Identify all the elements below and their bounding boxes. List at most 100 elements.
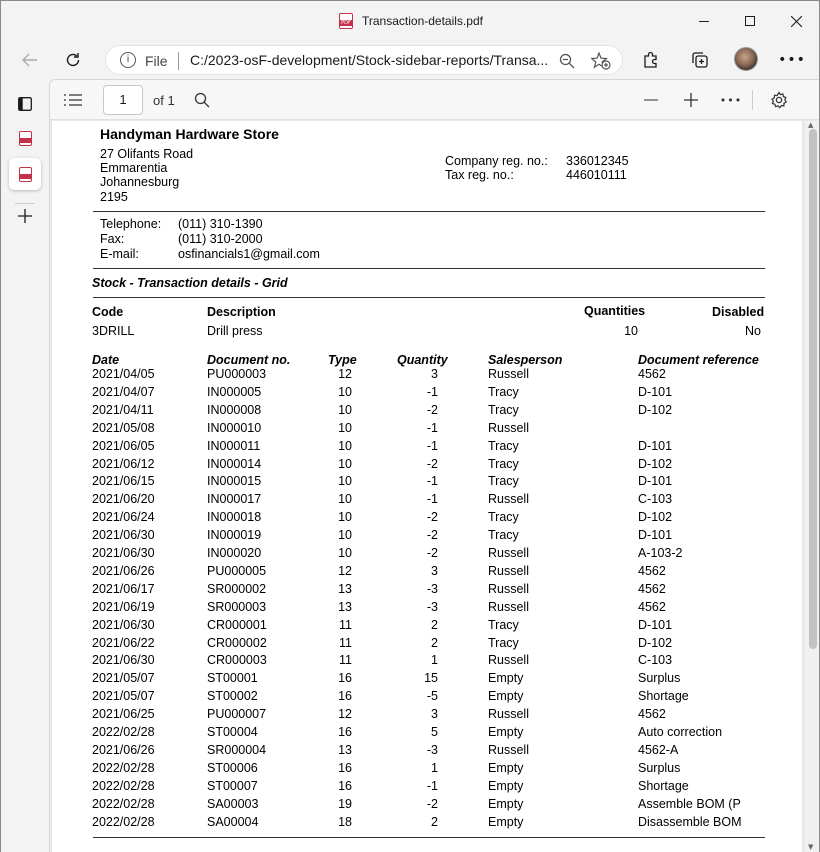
table-cell-date: 2021/06/15 bbox=[92, 474, 155, 489]
tab-pdf-1[interactable] bbox=[9, 122, 41, 154]
table-cell-date: 2021/04/07 bbox=[92, 384, 155, 399]
address-bar[interactable]: i File C:/2023-osF-development/Stock-sid… bbox=[105, 45, 623, 75]
pdf-icon bbox=[18, 166, 32, 182]
refresh-button[interactable] bbox=[58, 45, 88, 75]
address-line: Johannesburg bbox=[100, 175, 180, 189]
table-cell-quantity: -1 bbox=[426, 420, 438, 435]
table-cell-quantity: -5 bbox=[426, 689, 438, 704]
table-cell-quantity: -3 bbox=[426, 599, 438, 614]
tab-actions-button[interactable] bbox=[9, 88, 41, 120]
window-title: Transaction-details.pdf bbox=[339, 12, 483, 30]
address-line: Emmarentia bbox=[100, 161, 168, 175]
maximize-icon bbox=[745, 16, 755, 26]
scroll-down-icon[interactable]: ▼ bbox=[808, 843, 813, 851]
zoom-icon[interactable] bbox=[557, 51, 577, 71]
table-cell-date: 2022/02/28 bbox=[92, 760, 155, 775]
page-number-input[interactable]: 1 bbox=[103, 85, 143, 115]
more-tools-button[interactable]: ••• bbox=[717, 86, 745, 114]
table-cell-document-reference: 4562 bbox=[638, 581, 666, 596]
settings-button[interactable] bbox=[765, 86, 793, 114]
table-cell-salesperson: Russell bbox=[488, 742, 529, 757]
url-text[interactable]: C:/2023-osF-development/Stock-sidebar-re… bbox=[190, 52, 548, 68]
description-header: Description bbox=[207, 305, 276, 319]
table-cell-document-no: SR000002 bbox=[207, 581, 267, 596]
zoom-in-button[interactable] bbox=[677, 86, 705, 114]
search-button[interactable] bbox=[188, 86, 216, 114]
telephone-value: (011) 310-1390 bbox=[178, 217, 263, 231]
table-cell-document-reference: Shortage bbox=[638, 778, 689, 793]
table-cell-document-reference: D-102 bbox=[638, 402, 673, 417]
close-button[interactable] bbox=[773, 7, 819, 35]
tax-reg-value: 446010111 bbox=[566, 168, 627, 182]
divider bbox=[93, 837, 765, 838]
table-cell-document-no: IN000008 bbox=[207, 402, 262, 417]
extensions-button[interactable] bbox=[636, 45, 666, 75]
page-total: of 1 bbox=[153, 93, 175, 108]
info-icon[interactable]: i bbox=[120, 52, 136, 68]
new-tab-button[interactable] bbox=[9, 200, 41, 232]
tab-pdf-active[interactable] bbox=[9, 158, 41, 190]
table-cell-document-no: PU000007 bbox=[207, 707, 267, 722]
table-cell-type: 10 bbox=[338, 528, 352, 543]
table-cell-type: 10 bbox=[338, 546, 352, 560]
tax-reg-label: Tax reg. no.: bbox=[445, 168, 514, 182]
pdf-toolbar: 1 of 1 ••• bbox=[50, 80, 819, 120]
table-cell-document-no: IN000015 bbox=[207, 474, 262, 489]
table-cell-type: 12 bbox=[338, 367, 352, 381]
title-bar: Transaction-details.pdf bbox=[1, 1, 819, 41]
report-title: Stock - Transaction details - Grid bbox=[92, 276, 288, 290]
contents-button[interactable] bbox=[59, 86, 87, 114]
scrollbar-thumb[interactable] bbox=[809, 129, 817, 649]
back-icon bbox=[22, 53, 37, 67]
zoom-out-icon bbox=[644, 99, 658, 101]
divider bbox=[93, 297, 765, 298]
email-label: E-mail: bbox=[100, 247, 139, 261]
table-cell-document-reference: D-101 bbox=[638, 474, 673, 489]
table-cell-type: 11 bbox=[339, 635, 352, 650]
divider bbox=[93, 268, 765, 269]
table-cell-quantity: -1 bbox=[426, 474, 438, 489]
table-cell-quantity: -2 bbox=[426, 402, 438, 417]
table-cell-salesperson: Empty bbox=[488, 814, 524, 829]
table-cell-type: 16 bbox=[338, 689, 352, 704]
table-cell-document-no: ST00002 bbox=[207, 689, 258, 704]
avatar[interactable] bbox=[734, 47, 758, 71]
table-cell-quantity: 1 bbox=[431, 760, 438, 775]
item-disabled: No bbox=[745, 324, 761, 338]
table-cell-document-no: IN000010 bbox=[207, 420, 262, 435]
zoom-out-button[interactable] bbox=[637, 86, 665, 114]
table-cell-date: 2021/05/07 bbox=[92, 689, 155, 704]
table-cell-document-reference: C-103 bbox=[638, 653, 673, 668]
table-cell-date: 2021/05/08 bbox=[92, 420, 155, 435]
column-header-document-no: Document no. bbox=[207, 353, 291, 367]
minimize-icon bbox=[699, 20, 709, 22]
table-cell-type: 13 bbox=[338, 581, 352, 596]
more-button[interactable]: ••• bbox=[777, 45, 807, 75]
table-cell-document-reference: 4562-A bbox=[638, 742, 679, 757]
code-header: Code bbox=[92, 305, 124, 319]
table-cell-quantity: 3 bbox=[431, 563, 438, 578]
table-cell-type: 16 bbox=[338, 725, 352, 739]
company-name: Handyman Hardware Store bbox=[100, 126, 279, 142]
company-reg-label: Company reg. no.: bbox=[445, 154, 548, 168]
maximize-button[interactable] bbox=[727, 7, 773, 35]
collections-button[interactable] bbox=[685, 45, 715, 75]
scroll-up-icon[interactable]: ▲ bbox=[808, 121, 813, 129]
table-cell-type: 16 bbox=[338, 671, 352, 686]
table-cell-document-reference: 4562 bbox=[638, 563, 666, 578]
window-title-text: Transaction-details.pdf bbox=[362, 14, 483, 28]
favorite-add-icon[interactable] bbox=[591, 51, 611, 71]
pdf-page: Handyman Hardware Store 27 Olifants Road… bbox=[52, 121, 802, 852]
vertical-scrollbar[interactable]: ▲ ▼ bbox=[805, 121, 819, 852]
table-cell-document-no: IN000005 bbox=[207, 384, 262, 399]
table-cell-type: 13 bbox=[338, 599, 352, 614]
table-cell-salesperson: Empty bbox=[488, 671, 524, 686]
back-button[interactable] bbox=[15, 45, 45, 75]
table-cell-document-reference: D-101 bbox=[638, 384, 673, 399]
divider bbox=[93, 211, 765, 212]
table-cell-document-no: SR000003 bbox=[207, 599, 267, 614]
table-cell-type: 18 bbox=[338, 814, 352, 829]
more-icon: ••• bbox=[719, 93, 743, 107]
table-cell-document-reference: D-102 bbox=[638, 456, 673, 471]
minimize-button[interactable] bbox=[681, 7, 727, 35]
